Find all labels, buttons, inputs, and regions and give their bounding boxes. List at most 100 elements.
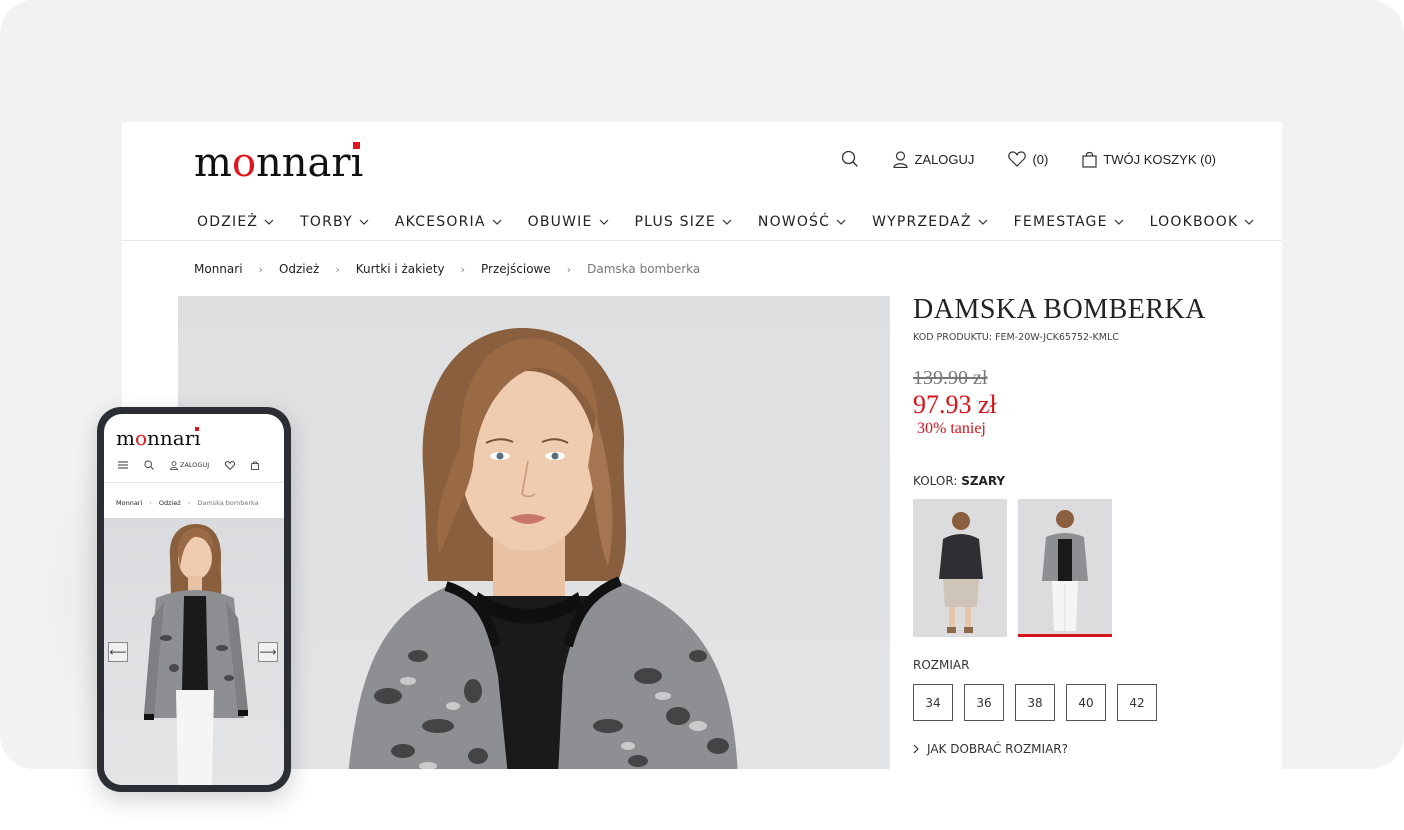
chevron-right-icon: › [149,499,152,507]
size-option[interactable]: 36 [964,684,1004,721]
mobile-device: monnarı ZALOGUJ Monnari › Odzież › Damsk… [97,407,291,792]
logo-text: m [116,426,135,450]
nav-item-obuwie[interactable]: OBUWIE [528,214,609,230]
breadcrumb-item[interactable]: Przejściowe [481,262,551,276]
chevron-right-icon: › [566,262,572,276]
nav-item-odziez[interactable]: ODZIEŻ [197,214,274,230]
nav-item-label: FEMESTAGE [1013,214,1108,230]
logo-text-i: ı [351,140,364,186]
nav-item-label: OBUWIE [527,214,593,230]
next-image-button[interactable]: ⟶ [258,642,278,662]
mobile-logo[interactable]: monnarı [116,426,201,450]
nav-item-nowosc[interactable]: NOWOŚĆ [758,214,846,230]
logo-i-dot [195,427,200,431]
breadcrumb-item[interactable]: Odzież [159,499,181,507]
current-price: 97.93 zł [913,390,997,419]
nav-item-plus-size[interactable]: PLUS SIZE [635,214,732,230]
chevron-right-icon: › [258,262,263,276]
color-swatch-selected[interactable] [1018,499,1112,637]
arrow-left-icon: ⟵ [109,645,127,659]
mobile-wishlist-button[interactable] [225,460,236,470]
breadcrumb-item[interactable]: Odzież [279,262,319,276]
heart-icon [1008,151,1027,167]
size-option[interactable]: 34 [913,684,953,721]
size-guide-link[interactable]: JAK DOBRAĆ ROZMIAR? [913,742,1253,756]
login-label: ZALOGUJ [914,151,975,167]
mobile-login-label: ZALOGUJ [180,461,210,469]
size-options: 34 36 38 40 42 [913,684,1253,721]
breadcrumb: Monnari › Odzież › Kurtki i żakiety › Pr… [194,262,700,276]
color-value: SZARY [961,474,1006,488]
nav-item-label: ODZIEŻ [197,214,259,230]
breadcrumb-item[interactable]: Monnari [194,262,243,276]
nav-item-label: LOOKBOOK [1149,214,1239,230]
mobile-login-button[interactable]: ZALOGUJ [170,460,210,470]
search-button[interactable] [841,150,859,168]
cart-button[interactable]: TWÓJ KOSZYK (0) [1082,151,1216,168]
product-info: DAMSKA BOMBERKA KOD PRODUKTU: FEM-20W-JC… [913,294,1253,756]
brand-logo[interactable]: monnarı [194,140,363,186]
breadcrumb-item[interactable]: Kurtki i żakiety [356,262,445,276]
nav-item-akcesoria[interactable]: AKCESORIA [395,214,502,230]
swatch-photo [939,512,983,633]
mobile-screen: monnarı ZALOGUJ Monnari › Odzież › Damsk… [104,414,284,785]
bag-icon [1082,151,1097,168]
breadcrumb-current: Damska bomberka [197,499,259,507]
size-label: ROZMIAR [913,658,970,672]
user-icon [170,460,178,470]
old-price: 139.90 zł [913,367,988,389]
cart-label: TWÓJ KOSZYK (0) [1103,151,1216,167]
logo-text: m [194,140,232,186]
logo-text-o: o [134,426,148,450]
chevron-down-icon [492,219,502,225]
search-icon [144,460,154,470]
size-option[interactable]: 40 [1066,684,1106,721]
breadcrumb-item[interactable]: Monnari [116,499,142,507]
login-button[interactable]: ZALOGUJ [893,150,975,168]
menu-button[interactable] [118,461,128,469]
chevron-down-icon [1114,219,1124,225]
chevron-down-icon [722,219,732,225]
prev-image-button[interactable]: ⟵ [108,642,128,662]
bag-icon [251,460,259,470]
chevron-right-icon: › [335,262,340,276]
user-icon [893,150,909,168]
mobile-breadcrumb: Monnari › Odzież › Damska bomberka [116,499,259,507]
logo-text: nnar [147,426,195,450]
nav-item-label: AKCESORIA [394,214,486,230]
hamburger-icon [118,461,128,469]
discount-label: 30% taniej [917,420,986,437]
wishlist-count: (0) [1032,151,1049,167]
breadcrumb-current: Damska bomberka [587,262,701,276]
color-label-text: KOLOR: [913,474,958,488]
size-option[interactable]: 42 [1117,684,1157,721]
nav-item-wyprzedaz[interactable]: WYPRZEDAŻ [872,214,988,230]
chevron-down-icon [264,219,274,225]
nav-item-label: WYPRZEDAŻ [872,214,972,230]
nav-item-torby[interactable]: TORBY [300,214,369,230]
desktop-site: monnarı ZALOGUJ (0) TWÓJ KOSZYK (0) ODZI… [122,122,1282,769]
model-photo [144,524,248,785]
chevron-right-icon [913,744,919,754]
mobile-header-icons: ZALOGUJ [118,460,275,470]
wishlist-button[interactable]: (0) [1008,151,1048,167]
color-swatches [913,499,1253,637]
mobile-cart-button[interactable] [251,460,259,470]
color-swatch[interactable] [913,499,1007,637]
mobile-search-button[interactable] [144,460,154,470]
mobile-product-image[interactable]: ⟵ ⟶ [104,518,284,785]
size-option[interactable]: 38 [1015,684,1055,721]
heart-icon [225,460,236,470]
size-guide-label: JAK DOBRAĆ ROZMIAR? [927,742,1068,756]
mobile-header-divider [104,482,284,483]
logo-text-o: o [231,140,257,186]
nav-item-femestage[interactable]: FEMESTAGE [1014,214,1124,230]
nav-divider [122,240,1282,241]
chevron-down-icon [978,219,988,225]
nav-item-label: NOWOŚĆ [757,214,831,230]
main-nav: ODZIEŻ TORBY AKCESORIA OBUWIE PLUS SIZE … [197,214,1280,230]
logo-text: nnar [256,140,351,186]
chevron-down-icon [599,219,608,225]
nav-item-lookbook[interactable]: LOOKBOOK [1150,214,1255,230]
search-icon [842,150,859,167]
